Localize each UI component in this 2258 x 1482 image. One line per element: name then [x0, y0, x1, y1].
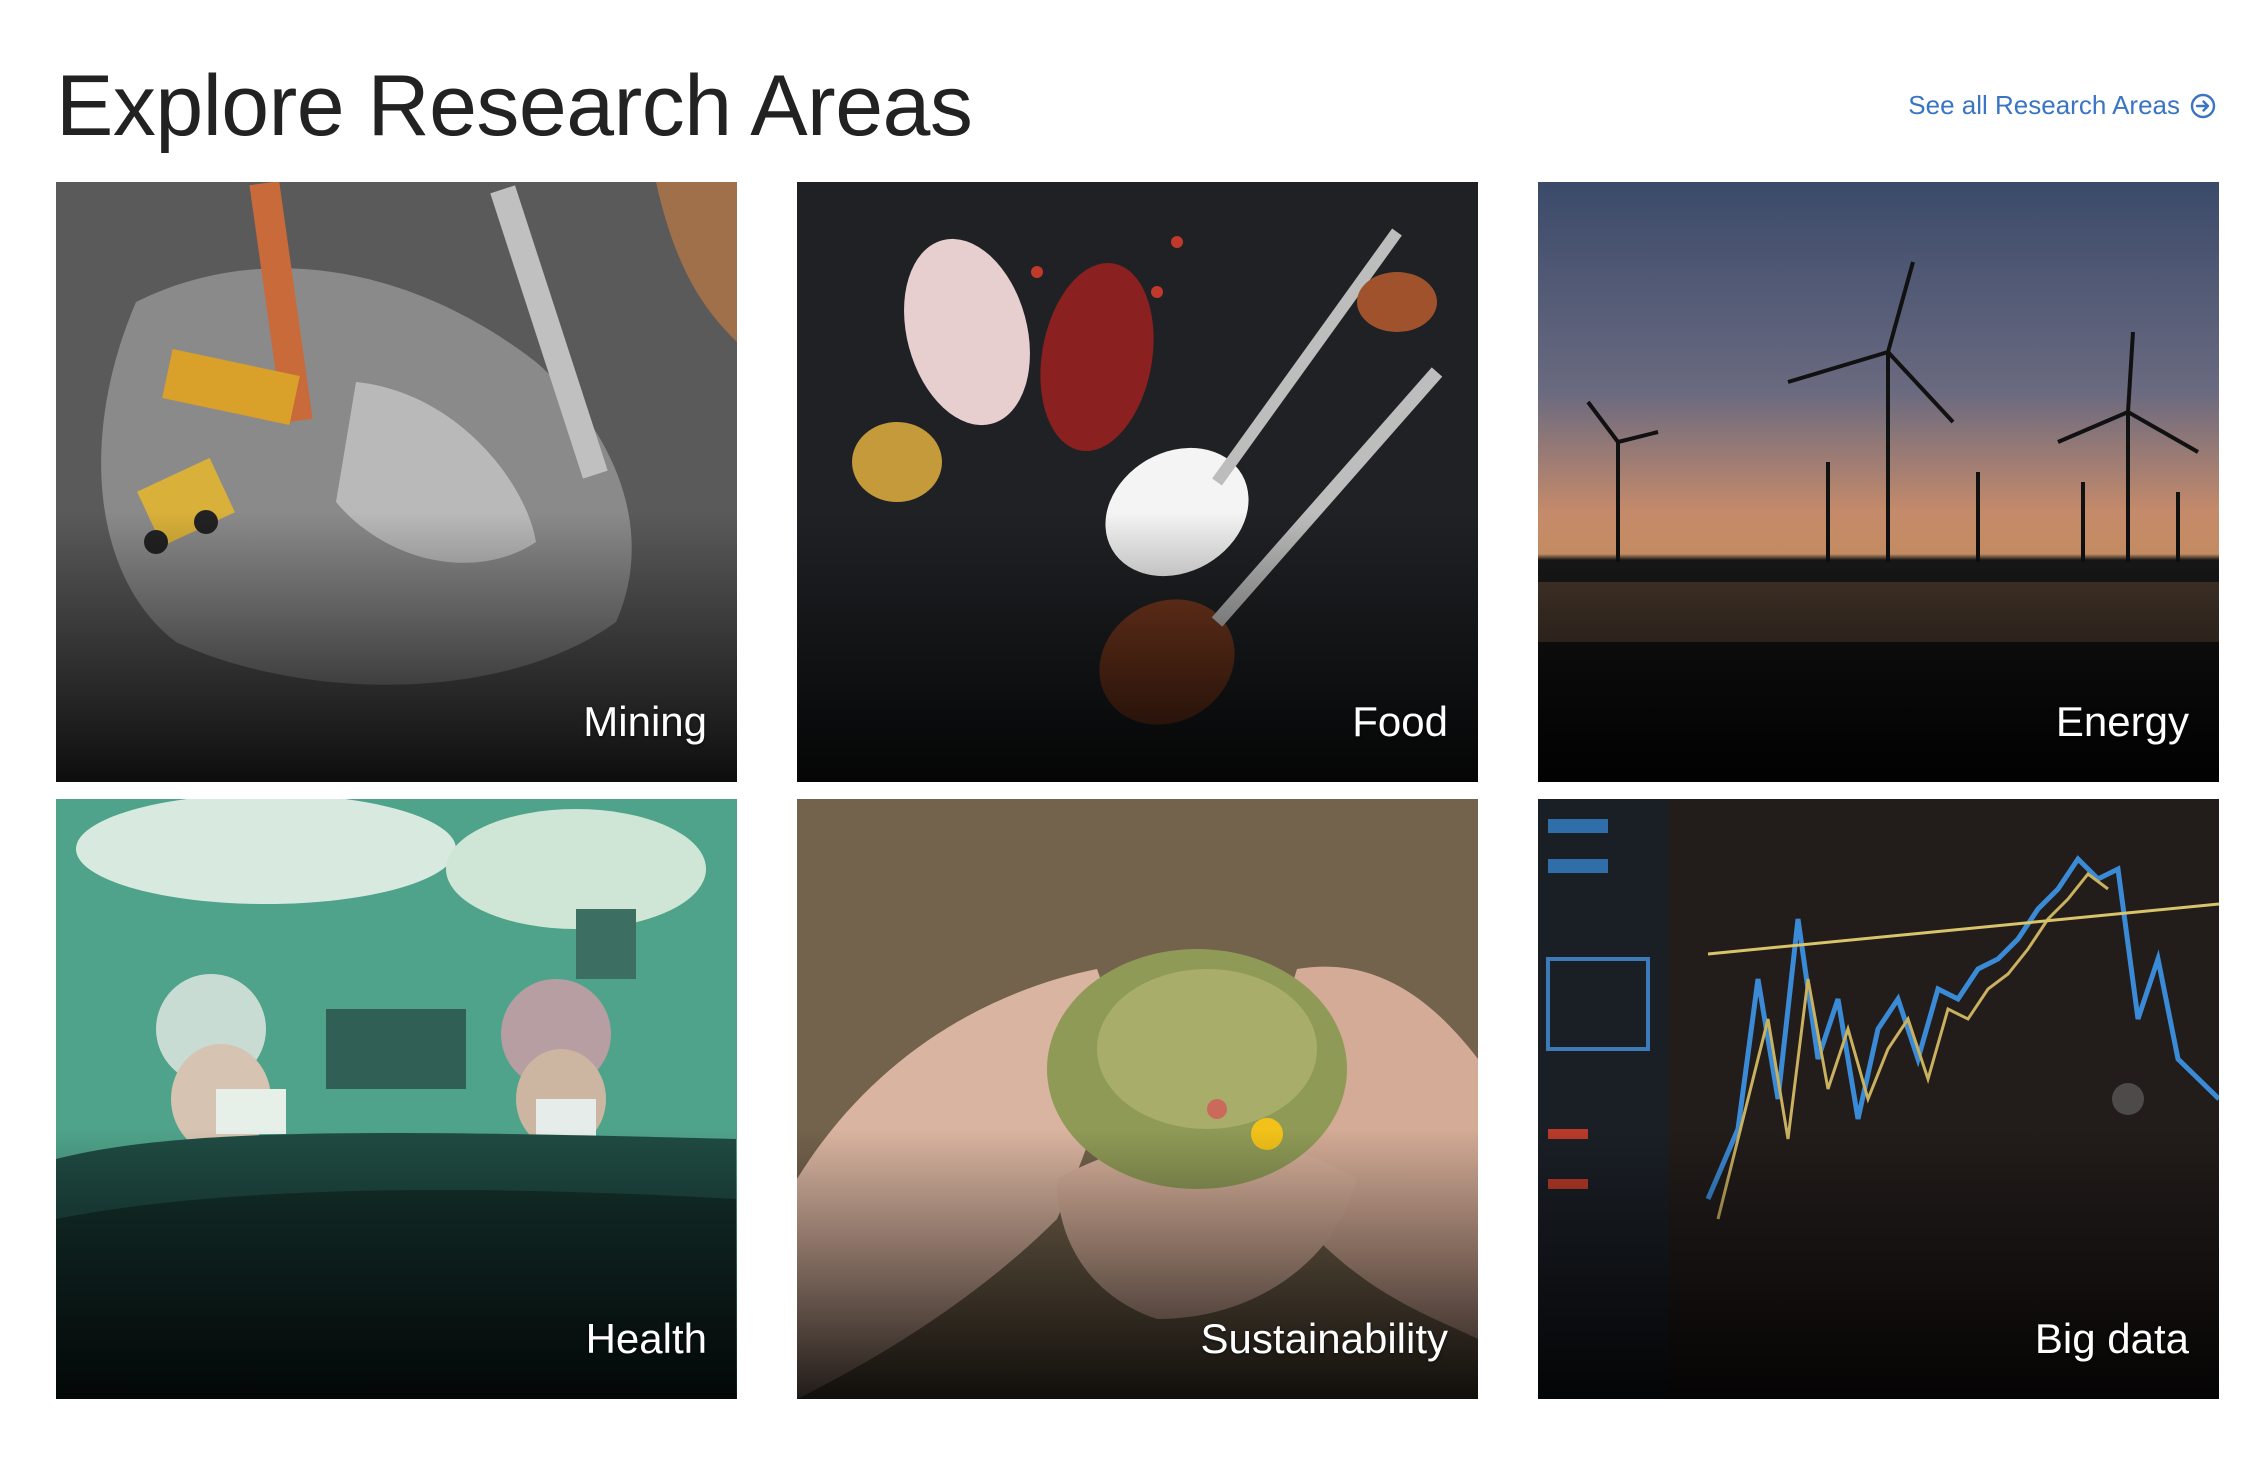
see-all-research-areas-link[interactable]: See all Research Areas: [1908, 90, 2216, 121]
card-label: Big data: [2034, 1315, 2189, 1362]
research-card-mining[interactable]: Mining: [56, 182, 737, 782]
card-label: Sustainability: [1200, 1315, 1448, 1362]
card-label: Mining: [583, 698, 707, 745]
research-areas-grid: Mining Food Energy Health Sustainability…: [56, 182, 2219, 1399]
card-label: Food: [1352, 698, 1448, 745]
section-header: Explore Research Areas See all Research …: [56, 56, 2216, 156]
arrow-circle-right-icon: [2190, 93, 2216, 118]
research-card-big-data[interactable]: Big data: [1538, 799, 2219, 1399]
card-label: Health: [585, 1315, 707, 1362]
card-label: Energy: [2055, 698, 2189, 745]
research-card-food[interactable]: Food: [797, 182, 1478, 782]
research-card-sustainability[interactable]: Sustainability: [797, 799, 1478, 1399]
research-card-health[interactable]: Health: [56, 799, 737, 1399]
page-title: Explore Research Areas: [56, 58, 973, 154]
see-all-label: See all Research Areas: [1908, 90, 2180, 120]
research-card-energy[interactable]: Energy: [1538, 182, 2219, 782]
